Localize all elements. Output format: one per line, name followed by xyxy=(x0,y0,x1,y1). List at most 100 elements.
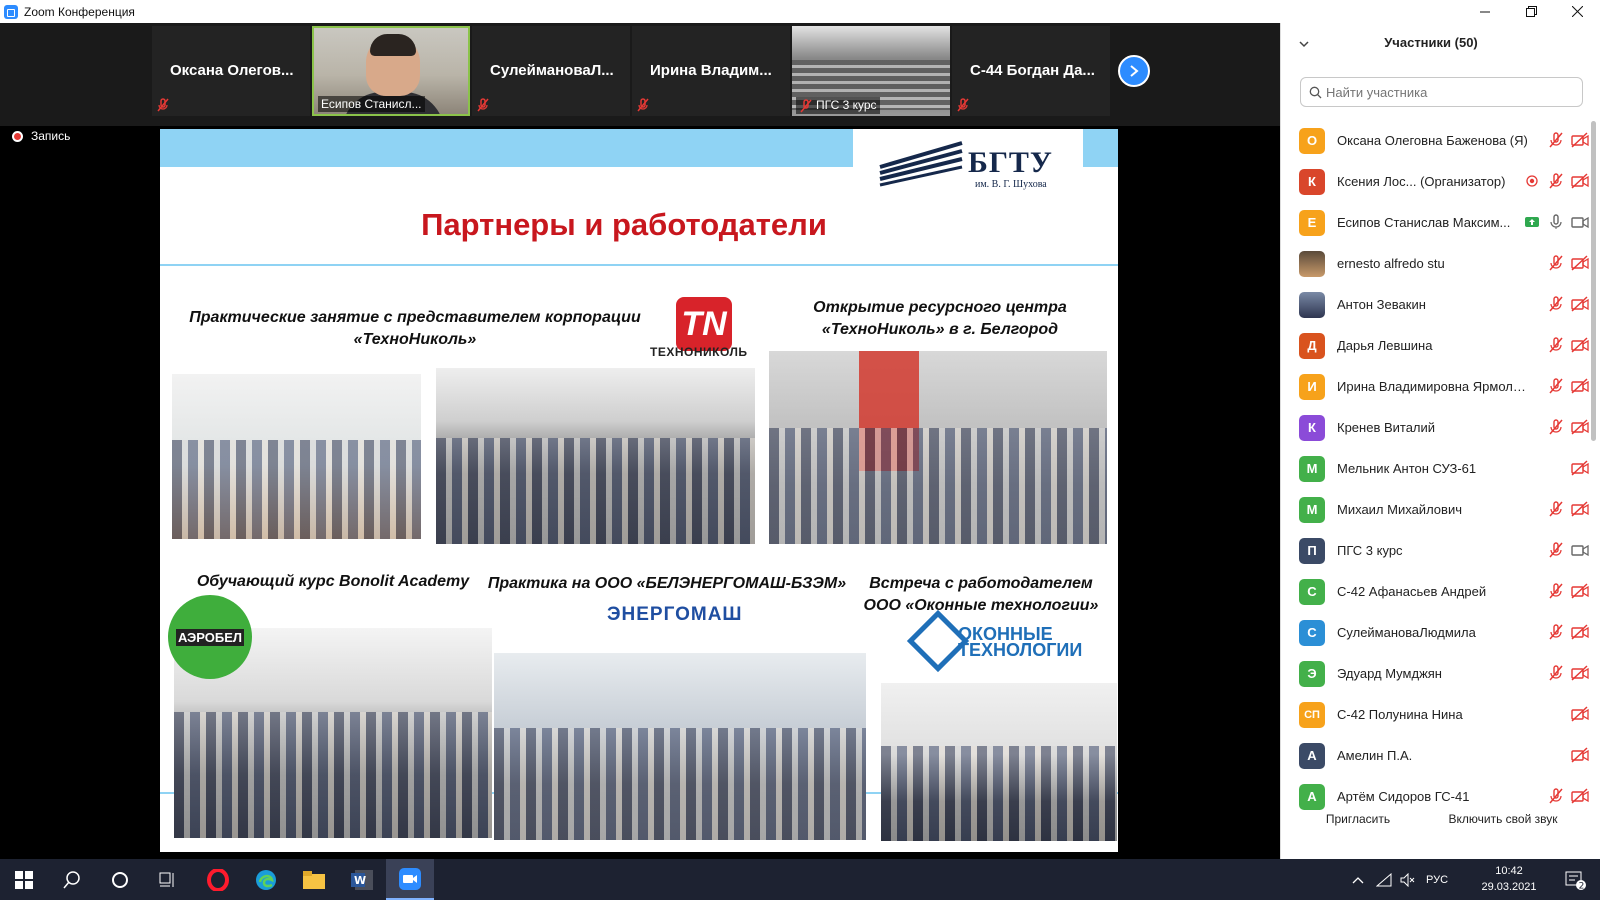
close-button[interactable] xyxy=(1554,0,1600,23)
search-input[interactable] xyxy=(1326,84,1566,100)
participant-name: Михаил Михайлович xyxy=(1337,502,1462,517)
participant-row[interactable]: М Мельник Антон СУЗ-61 xyxy=(1281,448,1589,489)
participant-row[interactable]: С С-42 Афанасьев Андрей xyxy=(1281,571,1589,612)
video-tile[interactable]: Оксана Олегов... xyxy=(152,26,310,116)
participant-status-icons xyxy=(1517,173,1589,189)
next-page-button[interactable] xyxy=(1118,55,1150,87)
taskbar-zoom[interactable] xyxy=(386,859,434,900)
action-center-button[interactable]: 2 xyxy=(1552,859,1600,900)
video-off-icon xyxy=(1571,296,1589,312)
participant-row[interactable]: А Амелин П.А. xyxy=(1281,735,1589,776)
restore-button[interactable] xyxy=(1508,0,1554,23)
mic-muted-icon xyxy=(800,99,812,113)
chevron-up-icon[interactable] xyxy=(1352,875,1364,885)
video-off-icon xyxy=(1571,378,1589,394)
avatar: К xyxy=(1299,168,1325,195)
wifi-icon[interactable] xyxy=(1376,872,1392,887)
language-indicator[interactable]: РУС xyxy=(1426,874,1448,886)
video-caption: Есипов Станисл... xyxy=(318,96,425,112)
video-off-icon xyxy=(1571,419,1589,435)
participant-status-icons xyxy=(1541,255,1589,271)
mic-muted-icon xyxy=(1549,665,1563,681)
participant-search[interactable] xyxy=(1300,77,1583,107)
participant-row[interactable]: Д Дарья Левшина xyxy=(1281,325,1589,366)
video-tile[interactable]: СулеймановаЛ... xyxy=(472,26,630,116)
cortana-button[interactable] xyxy=(96,859,144,900)
video-off-icon xyxy=(1571,583,1589,599)
video-off-icon xyxy=(1571,665,1589,681)
taskbar-word[interactable]: W xyxy=(338,859,386,900)
participant-status-icons xyxy=(1541,788,1589,804)
participant-row[interactable]: И Ирина Владимировна Ярмоле... xyxy=(1281,366,1589,407)
clock[interactable]: 10:42 29.03.2021 xyxy=(1478,863,1540,895)
video-caption: ПГС 3 курс xyxy=(796,97,880,114)
participant-row[interactable]: П ПГС 3 курс xyxy=(1281,530,1589,571)
start-button[interactable] xyxy=(0,859,48,900)
windows-taskbar: W РУС 10:42 29.03.2021 2 xyxy=(0,859,1600,900)
minimize-button[interactable] xyxy=(1462,0,1508,23)
participant-status-icons xyxy=(1541,542,1589,558)
participant-list-scrollbar[interactable] xyxy=(1589,117,1597,837)
participant-row[interactable]: СП С-42 Полунина Нина xyxy=(1281,694,1589,735)
participant-row[interactable]: О Оксана Олеговна Баженова (Я) xyxy=(1281,120,1589,161)
invite-button[interactable]: Пригласить xyxy=(1313,805,1403,833)
participant-row[interactable]: ernesto alfredo stu xyxy=(1281,243,1589,284)
participant-row[interactable]: Антон Зевакин xyxy=(1281,284,1589,325)
participants-title: Участники (50) xyxy=(1384,35,1478,50)
close-icon xyxy=(1571,6,1583,17)
mic-muted-icon xyxy=(477,98,489,112)
participant-name: Мельник Антон СУЗ-61 xyxy=(1337,461,1477,476)
mic-muted-icon xyxy=(1549,542,1563,558)
participant-name: Эдуард Мумджян xyxy=(1337,666,1442,681)
volume-muted-icon[interactable] xyxy=(1400,872,1416,887)
taskbar-opera[interactable] xyxy=(194,859,242,900)
minimize-icon xyxy=(1480,11,1490,12)
taskbar-search-button[interactable] xyxy=(48,859,96,900)
energomash-logo-text: ЭНЕРГОМАШ xyxy=(607,604,743,625)
mic-muted-icon xyxy=(1549,378,1563,394)
participant-name: Ирина Владимировна Ярмоле... xyxy=(1337,379,1529,394)
video-icon xyxy=(1571,216,1589,229)
video-tile[interactable]: Ирина Владим... xyxy=(632,26,790,116)
participant-name: СулеймановаЛ... xyxy=(490,62,614,79)
participant-status-icons xyxy=(1541,501,1589,517)
participant-row[interactable]: К Ксения Лос... (Организатор) xyxy=(1281,161,1589,202)
participant-row[interactable]: Е Есипов Станислав Максим... xyxy=(1281,202,1589,243)
opera-icon xyxy=(207,868,229,891)
slide-photo xyxy=(881,683,1117,841)
edge-icon xyxy=(256,869,276,890)
slide-divider xyxy=(160,264,1118,266)
video-tile[interactable]: ПГС 3 курс xyxy=(792,26,950,116)
window-controls xyxy=(1462,0,1600,23)
participant-row[interactable]: К Кренев Виталий xyxy=(1281,407,1589,448)
taskbar-file-explorer[interactable] xyxy=(290,859,338,900)
recording-indicator: Запись xyxy=(12,129,70,143)
participant-row[interactable]: Э Эдуард Мумджян xyxy=(1281,653,1589,694)
window-title: Zoom Конференция xyxy=(24,4,135,19)
mic-muted-icon xyxy=(1549,255,1563,271)
video-off-icon xyxy=(1571,501,1589,517)
participant-status-icons xyxy=(1541,132,1589,148)
chevron-right-icon xyxy=(1130,65,1139,77)
mic-muted-icon xyxy=(1549,296,1563,312)
participant-name: Ксения Лос... (Организатор) xyxy=(1337,174,1506,189)
clock-time: 10:42 xyxy=(1495,865,1523,877)
shared-screen-slide: БГТУ им. В. Г. Шухова Партнеры и работод… xyxy=(160,129,1118,852)
task-view-button[interactable] xyxy=(144,859,192,900)
unmute-button[interactable]: Включить свой звук xyxy=(1433,805,1573,833)
avatar: Е xyxy=(1299,209,1325,236)
video-off-icon xyxy=(1571,460,1589,476)
video-off-icon xyxy=(1571,173,1589,189)
video-off-icon xyxy=(1571,706,1589,722)
participant-name: Артём Сидоров ГС-41 xyxy=(1337,789,1470,804)
participant-row[interactable]: С СулеймановаЛюдмила xyxy=(1281,612,1589,653)
avatar xyxy=(1299,250,1325,277)
participant-row[interactable]: М Михаил Михайлович xyxy=(1281,489,1589,530)
video-tile-active[interactable]: Есипов Станисл... xyxy=(312,26,470,116)
participants-panel: Участники (50) О Оксана Олеговна Баженова… xyxy=(1280,23,1600,859)
avatar: М xyxy=(1299,496,1325,523)
participant-name: С-42 Полунина Нина xyxy=(1337,707,1463,722)
video-tile[interactable]: С-44 Богдан Да... xyxy=(952,26,1110,116)
task-view-icon xyxy=(159,872,174,887)
taskbar-edge[interactable] xyxy=(242,859,290,900)
